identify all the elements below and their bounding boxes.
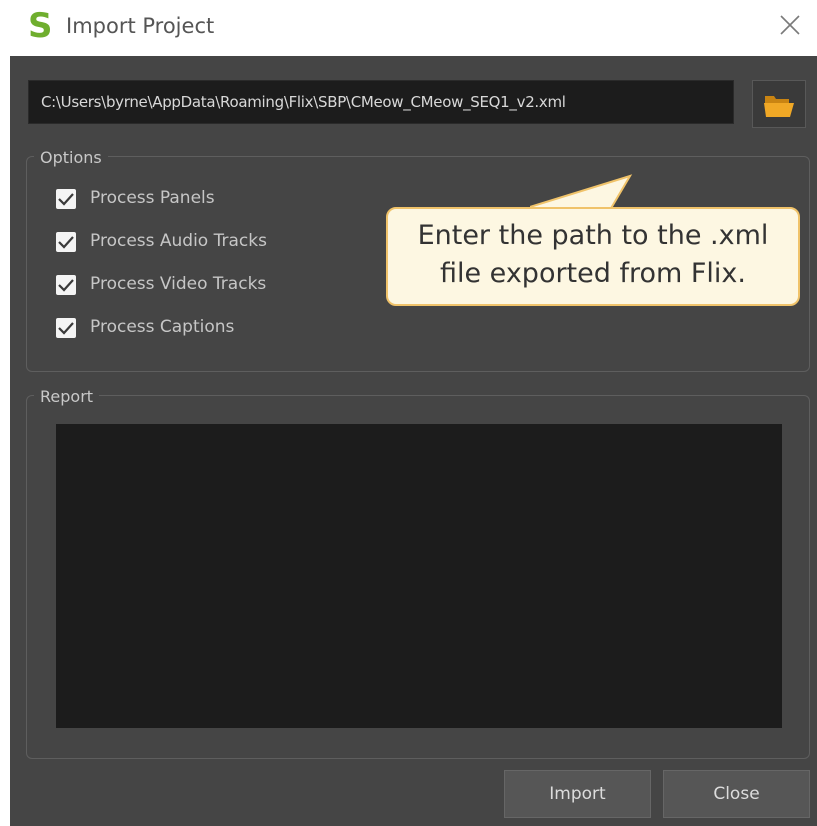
checkbox-checked[interactable] [56,318,76,338]
checkbox-label: Process Video Tracks [90,274,267,294]
checkbox-label: Process Audio Tracks [90,231,267,251]
check-icon [58,322,74,335]
check-icon [58,236,74,249]
callout-pointer [530,174,633,211]
app-logo-icon: S [28,6,53,46]
checkbox-checked[interactable] [56,232,76,252]
close-icon[interactable] [777,12,803,38]
import-button[interactable]: Import [504,770,651,818]
report-output-area[interactable] [56,424,782,728]
checkbox-label: Process Panels [90,188,215,208]
callout-line-1: Enter the path to the .xml [417,220,769,251]
xml-path-input[interactable]: C:\Users\byrne\AppData\Roaming\Flix\SBP\… [28,80,734,124]
close-button[interactable]: Close [663,770,810,818]
checkbox-label: Process Captions [90,317,235,337]
callout-line-2: file exported from Flix. [439,258,746,289]
window-title: Import Project [66,14,215,38]
browse-button[interactable] [752,80,806,128]
path-hint-callout: Enter the path to the .xml file exported… [386,207,800,306]
checkbox-checked[interactable] [56,275,76,295]
check-icon [58,279,74,292]
check-icon [58,193,74,206]
dialog-body: C:\Users\byrne\AppData\Roaming\Flix\SBP\… [10,56,817,826]
options-group-title: Options [34,148,108,167]
folder-open-icon [764,96,794,117]
report-group-title: Report [34,387,100,406]
title-bar: S Import Project [0,0,817,56]
checkbox-checked[interactable] [56,189,76,209]
